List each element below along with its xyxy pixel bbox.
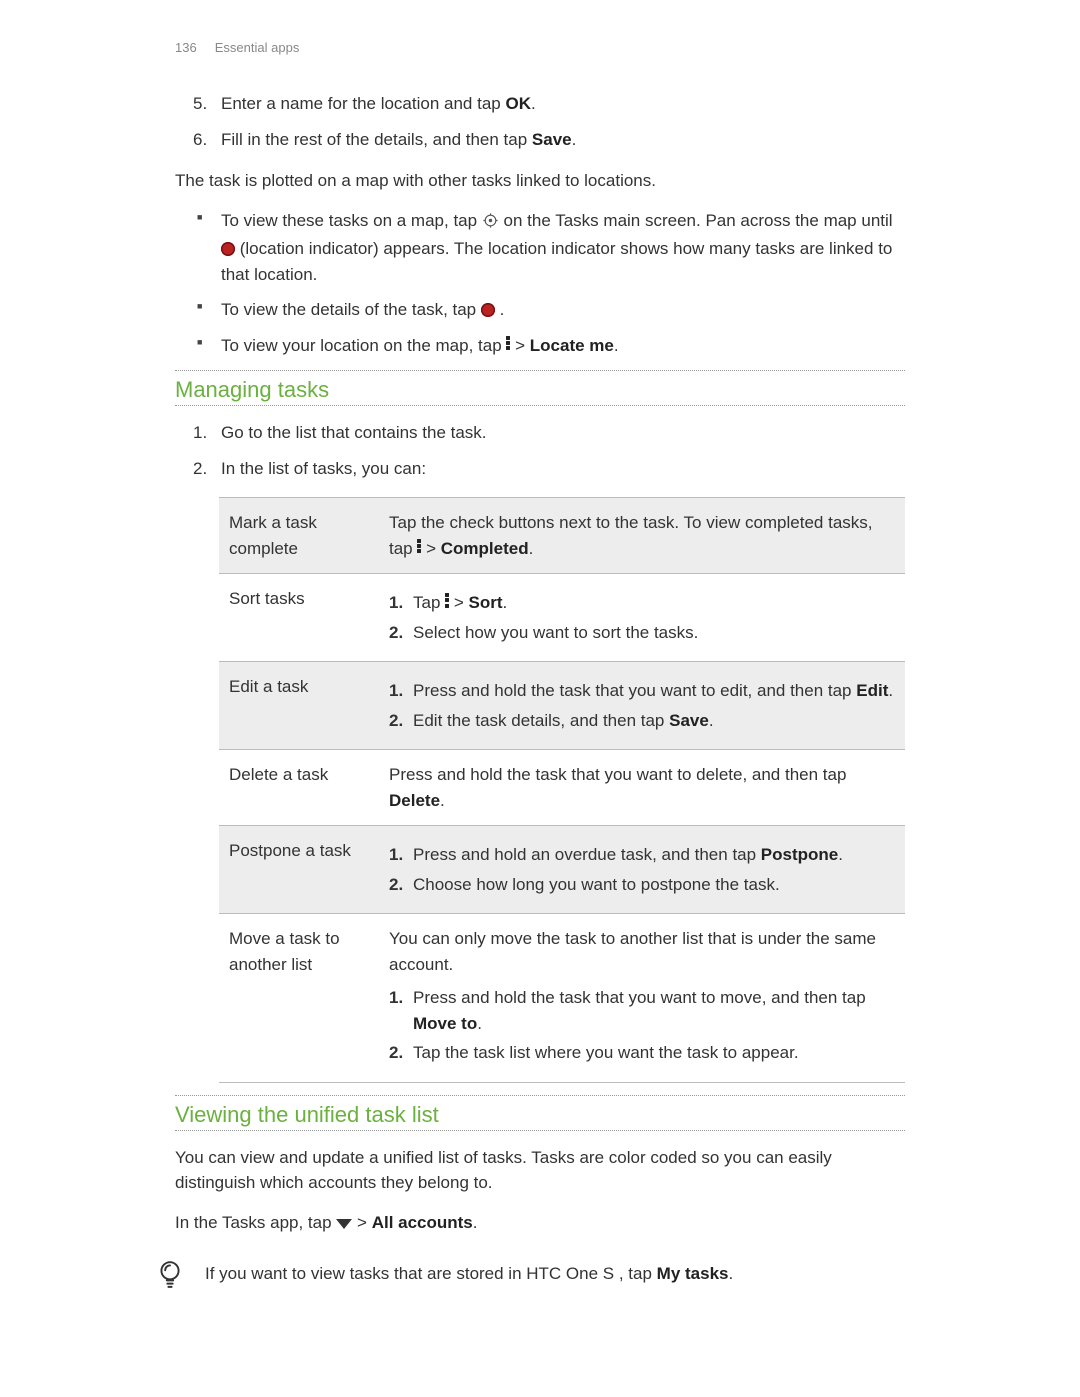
divider (175, 1095, 905, 1096)
unified-p2: In the Tasks app, tap > All accounts. (175, 1210, 905, 1236)
lightbulb-icon (157, 1259, 183, 1294)
row-desc: Press and hold the task that you want to… (379, 662, 905, 750)
row-desc: Tap > Sort. Select how you want to sort … (379, 574, 905, 662)
table-row: Edit a task Press and hold the task that… (219, 662, 905, 750)
managing-step-1: 1. Go to the list that contains the task… (221, 420, 905, 446)
row-label: Move a task to another list (219, 914, 379, 1083)
row-label: Mark a task complete (219, 498, 379, 574)
divider (175, 405, 905, 406)
row-label: Delete a task (219, 750, 379, 826)
managing-table: Mark a task complete Tap the check butto… (219, 497, 905, 1083)
managing-steps: 1. Go to the list that contains the task… (175, 420, 905, 481)
overflow-menu-icon (445, 592, 449, 609)
managing-step-2: 2. In the list of tasks, you can: (221, 456, 905, 482)
row-desc: Press and hold the task that you want to… (379, 750, 905, 826)
map-bullet-1: To view these tasks on a map, tap on the… (221, 208, 905, 288)
table-row: Postpone a task Press and hold an overdu… (219, 826, 905, 914)
map-bullet-3: To view your location on the map, tap > … (221, 333, 905, 359)
row-desc: Tap the check buttons next to the task. … (379, 498, 905, 574)
divider (175, 1130, 905, 1131)
page-number: 136 (175, 40, 197, 55)
table-row: Delete a task Press and hold the task th… (219, 750, 905, 826)
step-5: 5. Enter a name for the location and tap… (221, 91, 905, 117)
section-title-unified: Viewing the unified task list (175, 1102, 905, 1128)
section-title-managing: Managing tasks (175, 377, 905, 403)
location-indicator-icon (221, 242, 235, 256)
unified-p1: You can view and update a unified list o… (175, 1145, 905, 1196)
divider (175, 370, 905, 371)
dropdown-caret-icon (336, 1219, 352, 1229)
tip-callout: If you want to view tasks that are store… (175, 1259, 905, 1294)
overflow-menu-icon (417, 537, 421, 554)
location-indicator-icon (481, 303, 495, 317)
compass-icon (482, 211, 499, 237)
header-section: Essential apps (215, 40, 300, 55)
page-header: 136 Essential apps (175, 40, 905, 55)
numbered-steps-location: 5. Enter a name for the location and tap… (175, 91, 905, 152)
row-label: Postpone a task (219, 826, 379, 914)
table-row: Sort tasks Tap > Sort. Select how you wa… (219, 574, 905, 662)
tip-text: If you want to view tasks that are store… (205, 1259, 733, 1287)
map-bullet-2: To view the details of the task, tap . (221, 297, 905, 323)
table-row: Move a task to another list You can only… (219, 914, 905, 1083)
overflow-menu-icon (506, 334, 510, 351)
step-6: 6. Fill in the rest of the details, and … (221, 127, 905, 153)
map-intro: The task is plotted on a map with other … (175, 168, 905, 194)
row-desc: Press and hold an overdue task, and then… (379, 826, 905, 914)
row-label: Sort tasks (219, 574, 379, 662)
row-label: Edit a task (219, 662, 379, 750)
row-desc: You can only move the task to another li… (379, 914, 905, 1083)
map-bullet-list: To view these tasks on a map, tap on the… (175, 208, 905, 359)
table-row: Mark a task complete Tap the check butto… (219, 498, 905, 574)
